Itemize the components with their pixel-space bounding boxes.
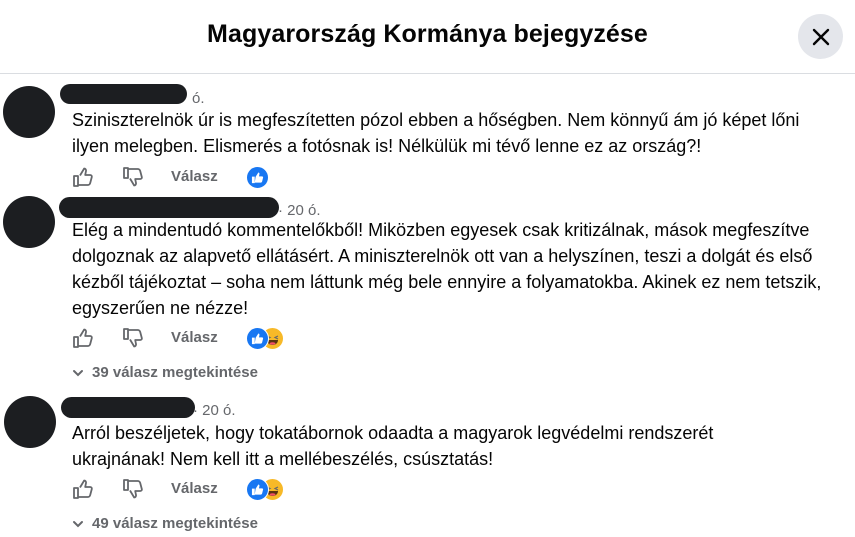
comment-actions: Válasz xyxy=(72,478,372,502)
avatar[interactable] xyxy=(3,196,55,248)
comment-timestamp[interactable]: · 20 ó. xyxy=(193,402,236,419)
avatar[interactable] xyxy=(3,86,55,138)
like-icon[interactable] xyxy=(72,166,94,188)
comment-text: Arról beszéljetek, hogy tokatábornok oda… xyxy=(72,423,714,469)
comment-actions: Válasz xyxy=(72,166,372,190)
like-reaction-icon xyxy=(246,166,269,189)
chevron-down-icon xyxy=(73,369,83,376)
author-name-redacted[interactable] xyxy=(59,197,279,218)
comment-actions: Válasz xyxy=(72,327,372,351)
chevron-down-icon xyxy=(73,520,83,527)
close-button[interactable] xyxy=(798,14,843,59)
view-replies-label: 49 válasz megtekintése xyxy=(92,515,258,532)
reactions-summary[interactable] xyxy=(246,478,286,501)
view-replies-link[interactable]: 39 válasz megtekintése xyxy=(72,364,258,381)
comment-text: Sziniszterelnök úr is megfeszítetten póz… xyxy=(72,110,800,156)
like-icon[interactable] xyxy=(72,327,94,349)
author-name-redacted[interactable] xyxy=(61,397,195,418)
like-icon[interactable] xyxy=(72,478,94,500)
dislike-icon[interactable] xyxy=(122,166,144,188)
author-name-redacted[interactable] xyxy=(60,84,187,104)
reply-button[interactable]: Válasz xyxy=(171,480,218,497)
like-reaction-icon xyxy=(246,327,269,350)
like-reaction-icon xyxy=(246,478,269,501)
reactions-summary[interactable] xyxy=(246,166,270,189)
reply-button[interactable]: Válasz xyxy=(171,168,218,185)
timestamp-text: 20 ó. xyxy=(202,402,236,419)
comment-text: Elég a mindentudó kommentelőkből! Miközb… xyxy=(72,220,822,318)
avatar[interactable] xyxy=(4,396,56,448)
reply-button[interactable]: Válasz xyxy=(171,329,218,346)
dialog-title: Magyarország Kormánya bejegyzése xyxy=(207,20,648,48)
timestamp-separator: · xyxy=(193,402,203,419)
dislike-icon[interactable] xyxy=(122,478,144,500)
close-icon xyxy=(812,28,829,45)
reactions-summary[interactable] xyxy=(246,327,286,350)
dialog-header: Magyarország Kormánya bejegyzése xyxy=(0,0,855,74)
view-replies-label: 39 válasz megtekintése xyxy=(92,364,258,381)
view-replies-link[interactable]: 49 válasz megtekintése xyxy=(72,515,258,532)
comment-timestamp[interactable]: ó. xyxy=(192,90,205,107)
dislike-icon[interactable] xyxy=(122,327,144,349)
